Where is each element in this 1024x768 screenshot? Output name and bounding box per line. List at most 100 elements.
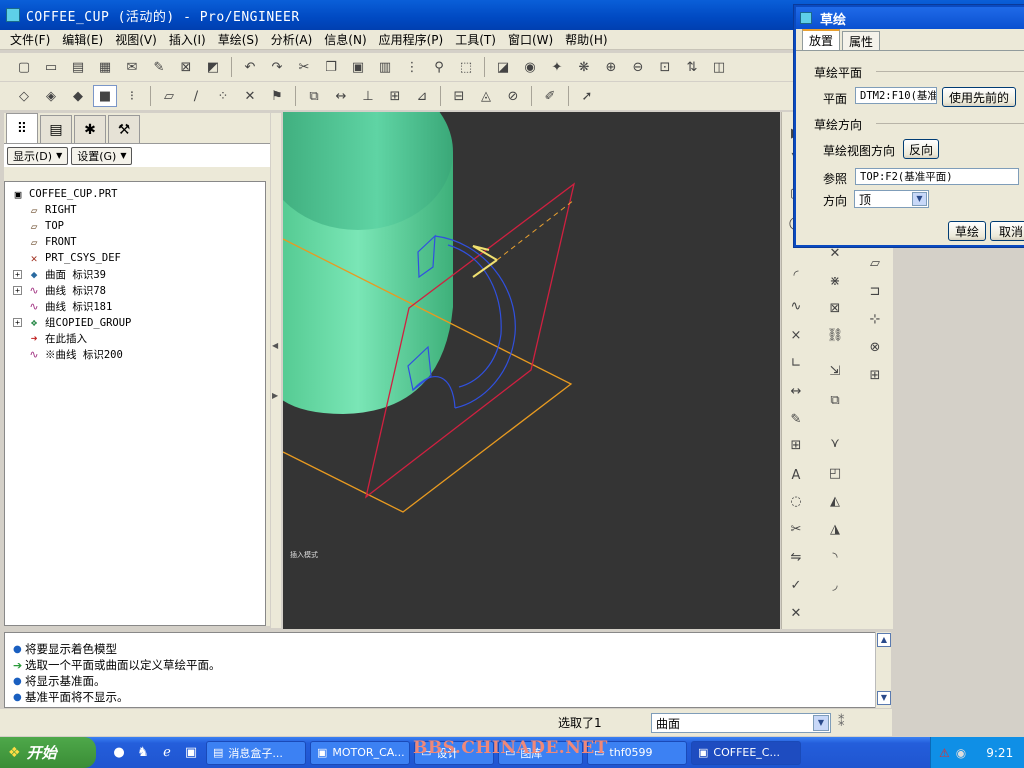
ie-icon[interactable]: ℯ [156,742,178,764]
menu-edit[interactable]: 编辑(E) [56,31,109,48]
constraint-icon[interactable]: ⊥ [356,85,380,107]
sketch-button[interactable]: 草绘 [948,221,986,241]
volume-icon[interactable]: ◉ [956,746,966,760]
task-button[interactable]: ▤ 消息盒子... [206,740,306,765]
measure-icon[interactable]: ⊘ [501,85,525,107]
orient-icon[interactable]: ✦ [545,56,569,78]
datum-planes-toggle-icon[interactable]: ▱ [157,85,181,107]
tree-item[interactable]: ▱ FRONT [5,234,265,250]
divide-tool-icon[interactable]: ⋇ [824,270,846,292]
layer-icon[interactable]: ⊟ [447,85,471,107]
dimension-tool-icon[interactable]: ↔ [785,380,807,402]
menu-window[interactable]: 窗口(W) [502,31,559,48]
display-style-icon[interactable]: ◬ [474,85,498,107]
system-colors-icon[interactable]: ⧉ [302,85,326,107]
tree-item[interactable]: ∿ ※曲线 标识200 [5,346,265,362]
context-help-icon[interactable]: ➚ [575,85,599,107]
menu-tools[interactable]: 工具(T) [449,31,502,48]
cancel-button[interactable]: 取消 [990,221,1024,241]
repaint-icon[interactable]: ◪ [491,56,515,78]
task-button[interactable]: ▣ MOTOR_CA... [310,740,410,765]
tab-properties[interactable]: 属性 [842,31,881,50]
expand-icon[interactable]: + [13,317,22,327]
chamfer-icon[interactable]: ◝ [824,546,846,568]
no-hidden-icon[interactable]: ◆ [66,85,90,107]
hidden-line-icon[interactable]: ◈ [39,85,63,107]
select-box-icon[interactable]: ⬚ [454,56,478,78]
reorient-icon[interactable]: ⇅ [680,56,704,78]
task-button-active[interactable]: ▣ COFFEE_C... [691,740,801,765]
tree-item[interactable]: ▣ COFFEE_CUP.PRT [5,186,265,202]
flip-button[interactable]: 反向 [903,139,939,159]
messenger-icon[interactable]: ♞ [132,742,154,764]
model-display-icon[interactable]: ⁝ [120,85,144,107]
save-icon[interactable]: ▤ [66,56,90,78]
draft-icon[interactable]: ◭ [824,490,846,512]
new-file-icon[interactable]: ▢ [12,56,36,78]
wireframe-icon[interactable]: ◇ [12,85,36,107]
menu-file[interactable]: 文件(F) [4,31,56,48]
palette-tool-icon[interactable]: ◌ [785,490,807,512]
chevron-down-icon[interactable]: ▼ [813,715,829,731]
point-tool-icon[interactable]: × [785,324,807,346]
datum-point-tool-icon[interactable]: ⊹ [864,308,886,330]
mail-attach-icon[interactable]: ✎ [147,56,171,78]
expand-icon[interactable]: + [13,269,22,279]
redo-icon[interactable]: ↷ [265,56,289,78]
model-tree-tab-icon[interactable]: ⠿ [6,113,38,143]
close-window-icon[interactable]: ⊠ [174,56,198,78]
selection-filter-select[interactable]: 曲面 ▼ [651,713,831,733]
tree-item[interactable]: ▱ RIGHT [5,202,265,218]
cancel-sketch-icon[interactable]: ✕ [785,602,807,624]
spline-tool-icon[interactable]: ∿ [785,295,807,317]
mirror-tool-icon[interactable]: ⇋ [785,546,807,568]
copy-icon[interactable]: ❐ [319,56,343,78]
use-previous-button[interactable]: 使用先前的 [942,87,1016,107]
sketch-tool-icon[interactable]: ✐ [538,85,562,107]
hole-icon[interactable]: ◰ [824,462,846,484]
zoom-out-icon[interactable]: ⊖ [626,56,650,78]
connections-tab-icon[interactable]: ⚒ [108,115,140,143]
send-mail-icon[interactable]: ✉ [120,56,144,78]
show-button[interactable]: 显示(D) ▼ [7,146,69,165]
modify-tool-icon[interactable]: ✎ [785,408,807,430]
datum-axes-toggle-icon[interactable]: ∕ [184,85,208,107]
scroll-up-icon[interactable]: ▲ [877,633,891,647]
analysis-tool-icon[interactable]: ⊞ [864,364,886,386]
zoom-in-icon[interactable]: ⊕ [599,56,623,78]
dimension-icon[interactable]: ↔ [329,85,353,107]
trim-tool-icon[interactable]: ✂ [785,518,807,540]
plane-field[interactable]: DTM2:F10(基准 [855,87,937,104]
antivirus-icon[interactable]: ⚠ [939,746,950,760]
folder-browser-tab-icon[interactable]: ▤ [40,115,72,143]
cup-body[interactable] [283,112,453,414]
message-scrollbar[interactable]: ▲ ▼ [875,632,891,708]
orientation-select[interactable]: 顶 ▼ [854,190,929,208]
start-button[interactable]: ❖ 开始 [0,737,96,768]
paste-special-icon[interactable]: ▥ [373,56,397,78]
grid-icon[interactable]: ⊞ [383,85,407,107]
settings-button[interactable]: 设置(G) ▼ [71,146,133,165]
desktop-icon[interactable]: ▣ [180,742,202,764]
scroll-down-icon[interactable]: ▼ [877,691,891,705]
round-icon[interactable]: ◮ [824,518,846,540]
print-icon[interactable]: ▦ [93,56,117,78]
menu-sketch[interactable]: 草绘(S) [212,31,265,48]
menu-view[interactable]: 视图(V) [109,31,163,48]
tab-placement[interactable]: 放置 [802,29,841,50]
shading-icon[interactable]: ■ [93,85,117,107]
model-tree-icon[interactable]: ⋮ [400,56,424,78]
tree-item[interactable]: ▱ TOP [5,218,265,234]
favorites-tab-icon[interactable]: ✱ [74,115,106,143]
tree-item[interactable]: + ❖ 组COPIED_GROUP [5,314,265,330]
direction-arrow[interactable] [472,199,575,278]
collapse-left-icon[interactable]: ◀ [272,341,278,350]
datum-plane-tool-icon[interactable]: ▱ [864,252,886,274]
refit-icon[interactable]: ⊡ [653,56,677,78]
csys-toggle-icon[interactable]: ✕ [238,85,262,107]
expand-right-icon[interactable]: ▶ [272,391,278,400]
expand-icon[interactable]: + [13,285,22,295]
datum-points-toggle-icon[interactable]: ⁘ [211,85,235,107]
tree-item[interactable]: + ◆ 曲面 标识39 [5,266,265,282]
annotation-toggle-icon[interactable]: ⚑ [265,85,289,107]
